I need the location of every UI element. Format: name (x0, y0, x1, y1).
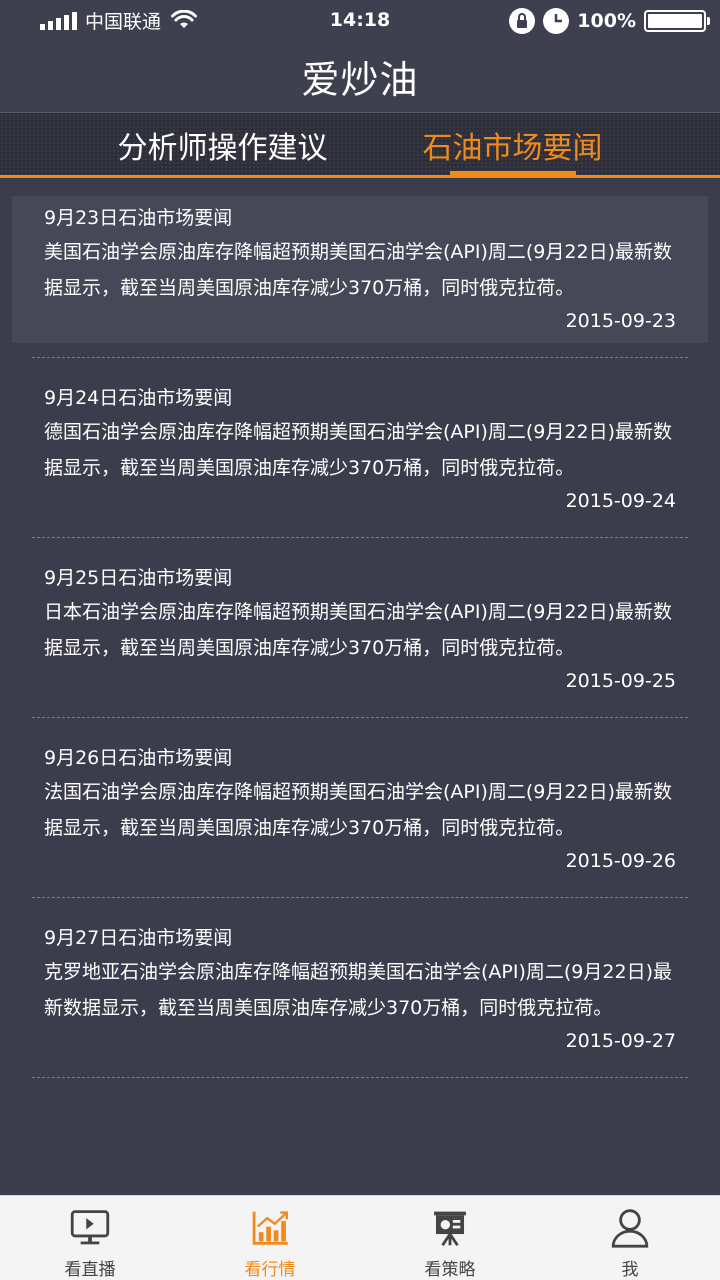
news-date: 2015-09-24 (565, 490, 676, 512)
nav-item-market[interactable]: 看行情 (180, 1196, 360, 1280)
nav-label-me: 我 (621, 1260, 639, 1280)
news-date: 2015-09-26 (565, 850, 676, 872)
alarm-clock-icon (543, 8, 570, 34)
nav-label-strategy: 看策略 (424, 1260, 476, 1280)
user-icon (611, 1209, 649, 1248)
rotation-lock-icon (509, 8, 536, 34)
nav-item-me[interactable]: 我 (540, 1196, 720, 1280)
signal-icon (40, 10, 77, 30)
tab-analyst-advice[interactable]: 分析师操作建议 (85, 113, 360, 176)
news-item[interactable]: 9月26日石油市场要闻 法国石油学会原油库存降幅超预期美国石油学会(API)周二… (32, 718, 688, 898)
nav-item-live[interactable]: 看直播 (0, 1196, 180, 1280)
monitor-icon (70, 1210, 110, 1245)
active-tab-indicator (450, 171, 576, 175)
news-title: 9月27日石油市场要闻 (44, 927, 233, 949)
news-item[interactable]: 9月25日石油市场要闻 日本石油学会原油库存降幅超预期美国石油学会(API)周二… (32, 538, 688, 718)
news-title: 9月24日石油市场要闻 (44, 387, 233, 409)
chart-icon (252, 1211, 288, 1245)
news-summary: 美国石油学会原油库存降幅超预期美国石油学会(API)周二(9月22日)最新数据显… (44, 241, 672, 299)
news-summary: 德国石油学会原油库存降幅超预期美国石油学会(API)周二(9月22日)最新数据显… (44, 421, 672, 479)
news-item[interactable]: 9月24日石油市场要闻 德国石油学会原油库存降幅超预期美国石油学会(API)周二… (32, 358, 688, 538)
news-date: 2015-09-23 (565, 310, 676, 332)
news-item[interactable]: 9月23日石油市场要闻 美国石油学会原油库存降幅超预期美国石油学会(API)周二… (12, 178, 708, 358)
news-title: 9月25日石油市场要闻 (44, 567, 233, 589)
battery-icon (644, 10, 710, 32)
status-bar: 中国联通 14:18 100% (0, 0, 720, 40)
presentation-icon (434, 1211, 466, 1247)
tab-bar: 分析师操作建议 石油市场要闻 (0, 112, 720, 178)
news-summary: 克罗地亚石油学会原油库存降幅超预期美国石油学会(API)周二(9月22日)最新数… (44, 961, 672, 1019)
carrier-name: 中国联通 (85, 10, 162, 33)
wifi-icon (171, 10, 198, 28)
news-title: 9月26日石油市场要闻 (44, 747, 233, 769)
tab-oil-market-news[interactable]: 石油市场要闻 (375, 113, 650, 176)
nav-item-strategy[interactable]: 看策略 (360, 1196, 540, 1280)
news-title: 9月23日石油市场要闻 (44, 207, 233, 229)
bottom-nav: 看直播 看行情 看策略 我 (0, 1195, 720, 1280)
battery-percent: 100% (577, 10, 636, 32)
app-title: 爱炒油 (0, 40, 720, 112)
news-summary: 法国石油学会原油库存降幅超预期美国石油学会(API)周二(9月22日)最新数据显… (44, 781, 672, 839)
news-item[interactable]: 9月27日石油市场要闻 克罗地亚石油学会原油库存降幅超预期美国石油学会(API)… (32, 898, 688, 1078)
news-date: 2015-09-27 (565, 1030, 676, 1052)
news-date: 2015-09-25 (565, 670, 676, 692)
news-summary: 日本石油学会原油库存降幅超预期美国石油学会(API)周二(9月22日)最新数据显… (44, 601, 672, 659)
news-list: 9月23日石油市场要闻 美国石油学会原油库存降幅超预期美国石油学会(API)周二… (0, 178, 720, 1078)
nav-label-market: 看行情 (244, 1260, 296, 1280)
nav-label-live: 看直播 (64, 1260, 116, 1280)
